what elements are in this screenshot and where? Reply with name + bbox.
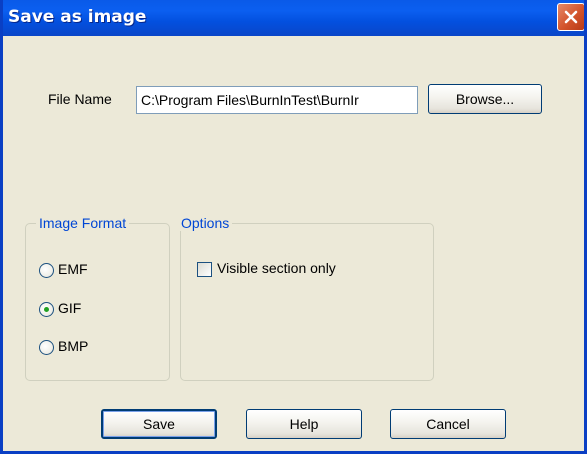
- save-button[interactable]: Save: [101, 409, 217, 439]
- radio-emf[interactable]: [39, 263, 54, 278]
- radio-bmp-label[interactable]: BMP: [58, 338, 88, 354]
- help-button[interactable]: Help: [246, 409, 362, 439]
- radio-selected-dot: [44, 307, 49, 312]
- save-as-image-dialog: Save as image File Name C:\Program Files…: [0, 0, 587, 454]
- options-group: [180, 223, 434, 381]
- image-format-legend: Image Format: [36, 215, 130, 231]
- close-icon: [564, 10, 578, 24]
- visible-section-label[interactable]: Visible section only: [217, 260, 336, 276]
- radio-gif[interactable]: [39, 302, 54, 317]
- radio-bmp[interactable]: [39, 340, 54, 355]
- window-title: Save as image: [8, 7, 147, 27]
- title-bar[interactable]: Save as image: [3, 0, 584, 36]
- browse-button[interactable]: Browse...: [428, 84, 542, 114]
- cancel-button[interactable]: Cancel: [390, 409, 506, 439]
- radio-emf-label[interactable]: EMF: [58, 261, 88, 277]
- close-button[interactable]: [557, 3, 584, 31]
- visible-section-checkbox[interactable]: [197, 262, 212, 277]
- file-name-input[interactable]: C:\Program Files\BurnInTest\BurnIr: [136, 86, 418, 114]
- file-name-label: File Name: [48, 91, 112, 107]
- options-legend: Options: [178, 215, 233, 231]
- radio-gif-label[interactable]: GIF: [58, 300, 81, 316]
